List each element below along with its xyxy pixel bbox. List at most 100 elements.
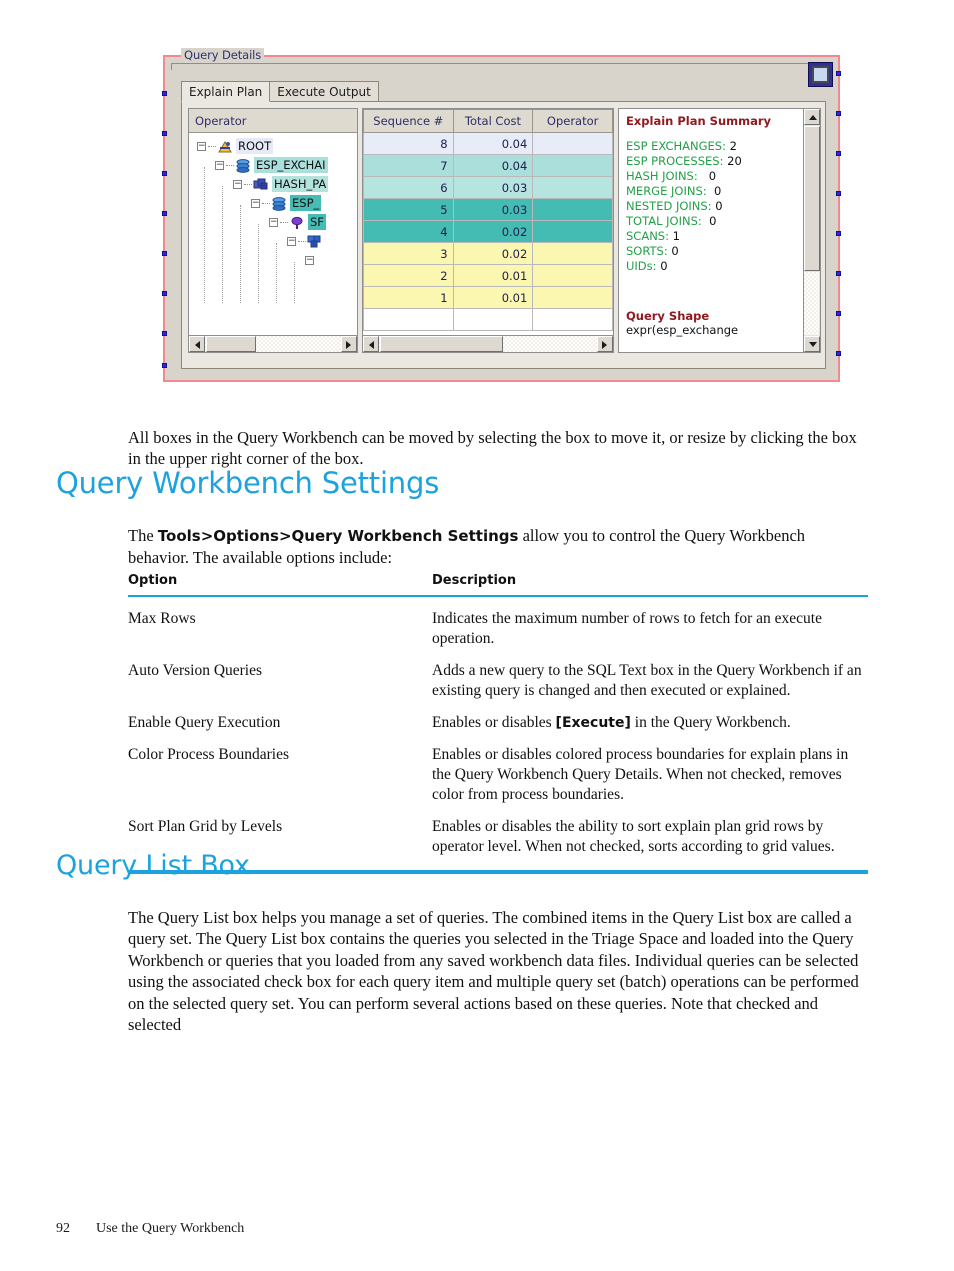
footer-chapter: Use the Query Workbench: [96, 1221, 245, 1236]
selection-handle[interactable]: [836, 151, 841, 156]
scroll-down-button[interactable]: [804, 336, 820, 352]
hash-partition-icon: [253, 177, 269, 192]
metric-value: 2: [729, 139, 737, 153]
cell-total-cost: 0.01: [452, 264, 534, 287]
expander-icon[interactable]: −: [197, 142, 206, 151]
tree-node-leaf[interactable]: −: [305, 251, 320, 270]
tree-node-esp[interactable]: − ESP_: [251, 194, 322, 213]
scrollbar-thumb[interactable]: [804, 126, 820, 271]
column-header-option: Option: [128, 573, 178, 588]
selection-handle[interactable]: [836, 71, 841, 76]
selection-handle[interactable]: [836, 271, 841, 276]
grid-horizontal-scrollbar[interactable]: [363, 335, 613, 352]
tree-node-esp-exchange[interactable]: − ESP_EXCHAI: [215, 156, 328, 175]
selection-handle[interactable]: [836, 111, 841, 116]
arrow-left-icon: [195, 341, 200, 349]
table-row[interactable]: 2 0.01: [363, 264, 613, 287]
scrollbar-thumb[interactable]: [380, 336, 503, 352]
table-row[interactable]: 4 0.02: [363, 220, 613, 243]
resize-handle-button[interactable]: [808, 62, 833, 87]
table-row[interactable]: 3 0.02: [363, 242, 613, 265]
metric-label: SORTS:: [626, 244, 668, 258]
tab-body: Operator − ROOT − ESP_EXCHAI − HASH_PA −…: [181, 101, 826, 369]
query-shape-title: Query Shape: [626, 309, 710, 323]
expander-icon[interactable]: −: [287, 237, 296, 246]
metric-value: 0: [708, 169, 717, 183]
scroll-right-button[interactable]: [597, 336, 613, 352]
cell-empty: [532, 308, 613, 331]
options-table: Option Description Max Rows Indicates th…: [128, 573, 868, 874]
column-header-total-cost[interactable]: Total Cost: [452, 109, 534, 133]
column-header-description: Description: [432, 573, 517, 588]
summary-metric-row: TOTAL JOINS: 0: [626, 214, 803, 228]
cell-operator: [532, 198, 613, 221]
tree-connector: [258, 224, 259, 303]
group-box-rule: [171, 63, 832, 64]
tree-node-root[interactable]: − ROOT: [197, 137, 274, 156]
tree-horizontal-scrollbar[interactable]: [189, 335, 357, 352]
selection-handle[interactable]: [836, 311, 841, 316]
cell-option: Auto Version Queries: [128, 662, 263, 679]
scroll-left-button[interactable]: [363, 336, 379, 352]
arrow-left-icon: [369, 341, 374, 349]
explain-plan-grid-panel: Sequence # Total Cost Operator 8 0.04 7 …: [362, 108, 614, 353]
selection-handle[interactable]: [162, 131, 167, 136]
selection-handle[interactable]: [162, 211, 167, 216]
resize-handle-inner: [812, 66, 829, 83]
expander-icon[interactable]: −: [305, 256, 314, 265]
cell-total-cost: 0.03: [452, 198, 534, 221]
selection-handle[interactable]: [162, 251, 167, 256]
expander-icon[interactable]: −: [269, 218, 278, 227]
table-row[interactable]: 1 0.01: [363, 286, 613, 309]
table-row[interactable]: 7 0.04: [363, 154, 613, 177]
intro-paragraph: All boxes in the Query Workbench can be …: [128, 427, 857, 469]
description-post: in the Query Workbench.: [630, 714, 791, 731]
selection-handle[interactable]: [162, 171, 167, 176]
tree-node-scan[interactable]: −: [287, 232, 330, 251]
column-header-operator[interactable]: Operator: [532, 109, 613, 133]
tab-explain-plan[interactable]: Explain Plan: [181, 81, 271, 102]
cell-sequence: 6: [363, 176, 454, 199]
table-row[interactable]: 8 0.04: [363, 132, 613, 155]
tree-node-sort[interactable]: − SF: [269, 213, 326, 232]
tree-dots: [208, 146, 216, 147]
section-heading-query-list-box: Query List Box: [56, 850, 250, 881]
description-pre: Enables or disables: [432, 714, 556, 731]
tree-connector: [204, 167, 205, 303]
selection-handle[interactable]: [162, 363, 167, 368]
scroll-right-button[interactable]: [341, 336, 357, 352]
selection-handle[interactable]: [162, 91, 167, 96]
table-row: Color Process Boundaries Enables or disa…: [128, 733, 868, 805]
selection-handle[interactable]: [162, 331, 167, 336]
summary-metric-row: ESP PROCESSES: 20: [626, 154, 803, 168]
tab-execute-output[interactable]: Execute Output: [269, 81, 379, 102]
scrollbar-track[interactable]: [804, 272, 819, 335]
selection-handle[interactable]: [836, 191, 841, 196]
execute-button-reference: [Execute]: [555, 715, 631, 731]
operator-tree[interactable]: − ROOT − ESP_EXCHAI − HASH_PA − ESP_ − S…: [189, 133, 357, 331]
expander-icon[interactable]: −: [233, 180, 242, 189]
scroll-up-button[interactable]: [804, 109, 820, 125]
cell-option: Enable Query Execution: [128, 714, 281, 731]
table-row[interactable]: 6 0.03: [363, 176, 613, 199]
table-row: Max Rows Indicates the maximum number of…: [128, 597, 868, 649]
table-row[interactable]: 5 0.03: [363, 198, 613, 221]
scrollbar-thumb[interactable]: [206, 336, 256, 352]
query-details-figure: Query Details Explain Plan Execute Output…: [162, 48, 841, 382]
cell-sequence: 4: [363, 220, 454, 243]
tree-node-hash-partition[interactable]: − HASH_PA: [233, 175, 329, 194]
summary-vertical-scrollbar[interactable]: [803, 109, 820, 352]
selection-handle[interactable]: [162, 291, 167, 296]
selection-handle[interactable]: [836, 231, 841, 236]
cell-sequence: 1: [363, 286, 454, 309]
expander-icon[interactable]: −: [215, 161, 224, 170]
scroll-left-button[interactable]: [189, 336, 205, 352]
column-header-sequence[interactable]: Sequence #: [363, 109, 454, 133]
metric-value: 0: [709, 214, 717, 228]
expander-icon[interactable]: −: [251, 199, 260, 208]
explain-plan-grid[interactable]: Sequence # Total Cost Operator 8 0.04 7 …: [363, 109, 613, 331]
metric-label: MERGE JOINS:: [626, 184, 707, 198]
selection-handle[interactable]: [836, 351, 841, 356]
tree-node-label: HASH_PA: [272, 176, 329, 192]
explain-plan-summary-panel: Explain Plan Summary ESP EXCHANGES: 2 ES…: [618, 108, 821, 353]
